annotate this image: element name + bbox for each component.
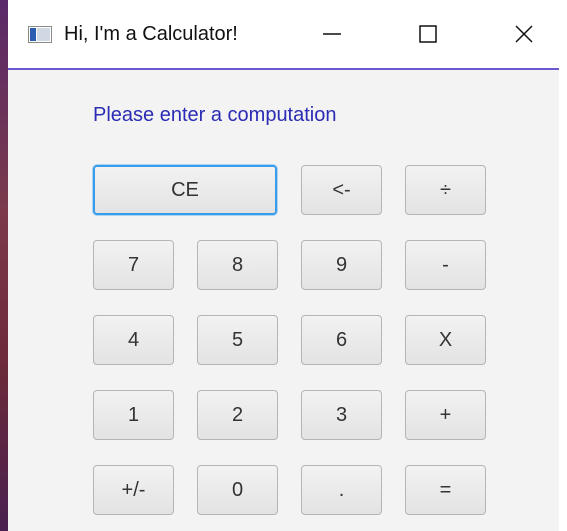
divide-button[interactable]: ÷ [405,165,486,215]
digit-0-button[interactable]: 0 [197,465,278,515]
close-icon [515,25,533,43]
digit-8-button[interactable]: 8 [197,240,278,290]
window-right-edge [559,0,567,531]
digit-6-button[interactable]: 6 [301,315,382,365]
maximize-icon [419,25,437,43]
desktop-background-edge [0,0,8,531]
digit-4-button[interactable]: 4 [93,315,174,365]
multiply-button[interactable]: X [405,315,486,365]
close-button[interactable] [496,12,552,56]
minimize-icon [323,33,341,35]
minus-button[interactable]: - [405,240,486,290]
maximize-button[interactable] [400,12,456,56]
decimal-point-button[interactable]: . [301,465,382,515]
digit-1-button[interactable]: 1 [93,390,174,440]
digit-7-button[interactable]: 7 [93,240,174,290]
digit-9-button[interactable]: 9 [301,240,382,290]
window-title: Hi, I'm a Calculator! [64,23,238,45]
backspace-button[interactable]: <- [301,165,382,215]
minimize-button[interactable] [304,12,360,56]
digit-2-button[interactable]: 2 [197,390,278,440]
digit-3-button[interactable]: 3 [301,390,382,440]
clear-entry-button[interactable]: CE [93,165,277,215]
computation-prompt: Please enter a computation [93,104,337,126]
app-window-icon [28,26,52,43]
title-bar[interactable]: Hi, I'm a Calculator! [8,0,559,68]
calculator-window: Hi, I'm a Calculator! Please enter a com… [0,0,567,531]
digit-5-button[interactable]: 5 [197,315,278,365]
negate-button[interactable]: +/- [93,465,174,515]
equals-button[interactable]: = [405,465,486,515]
plus-button[interactable]: + [405,390,486,440]
calculator-content: Please enter a computation CE <- ÷ 7 8 9… [8,68,559,531]
